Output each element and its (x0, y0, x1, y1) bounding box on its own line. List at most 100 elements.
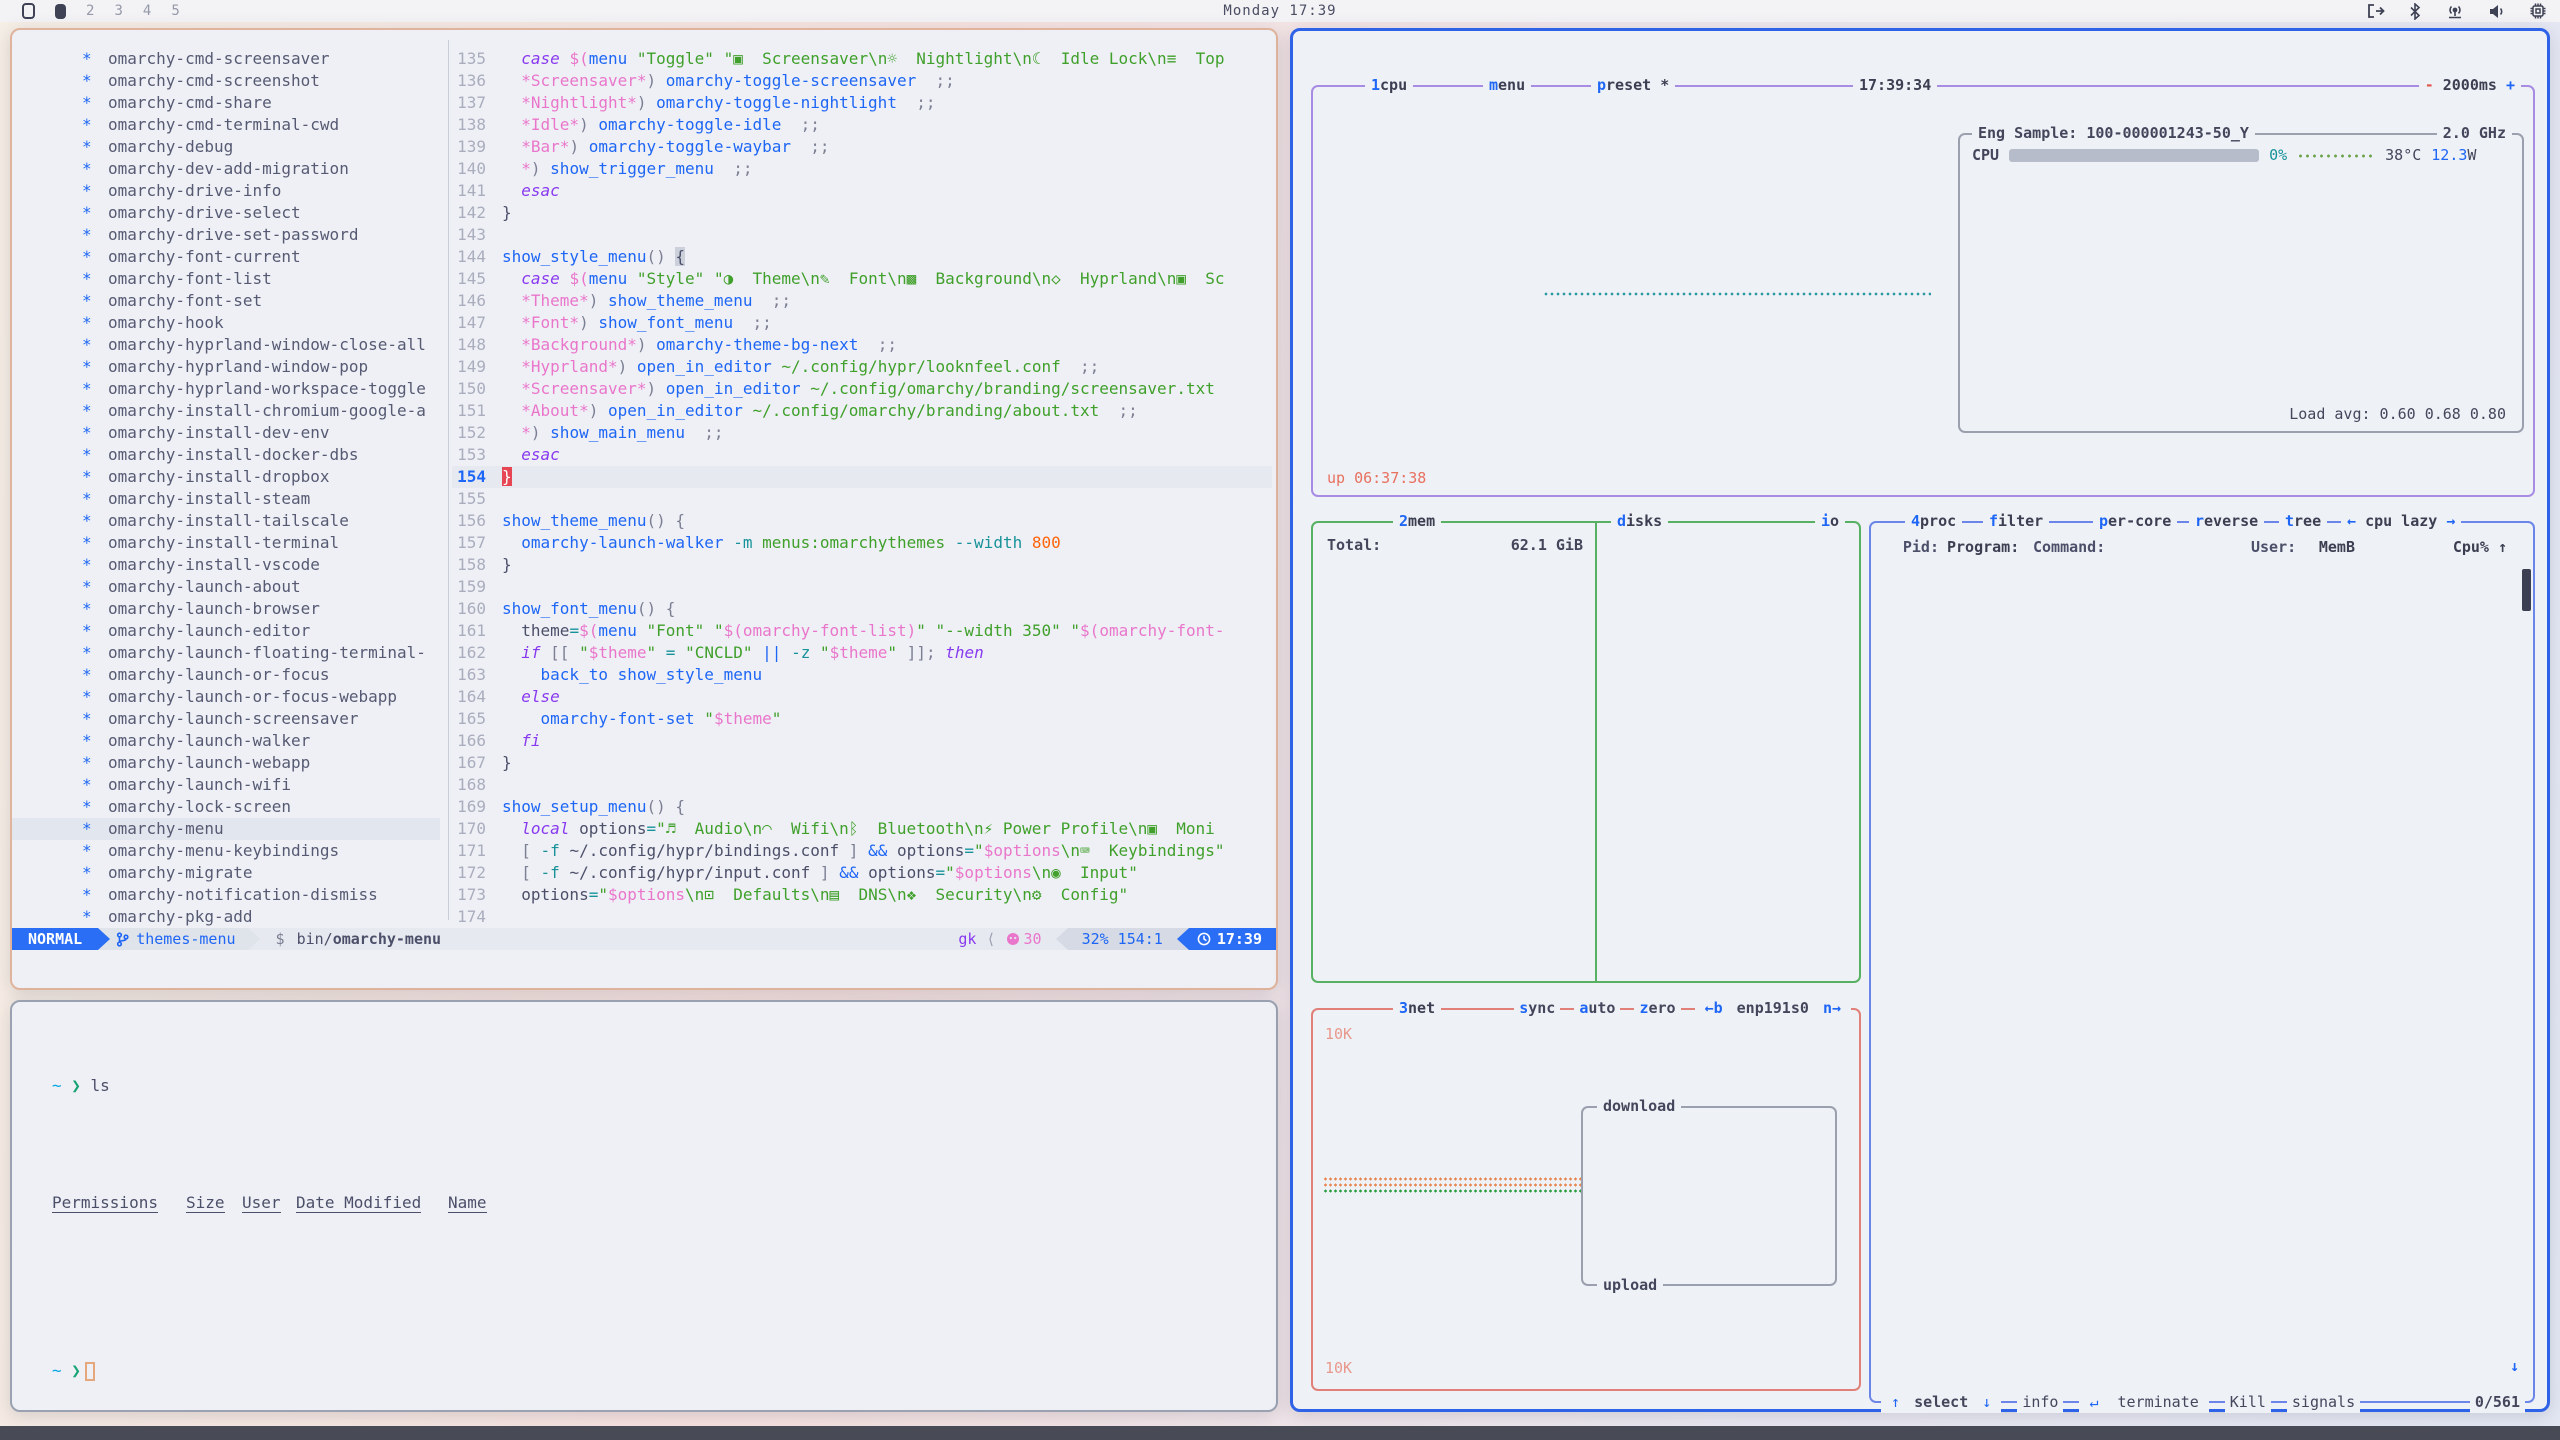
workspace-4[interactable]: 4 (143, 3, 151, 19)
code-line[interactable]: 149 *Hyprland*) open_in_editor ~/.config… (452, 356, 1272, 378)
file-item[interactable]: *omarchy-dev-add-migration (12, 158, 440, 180)
file-item[interactable]: *omarchy-cmd-screensaver (12, 48, 440, 70)
file-item[interactable]: *omarchy-hook (12, 312, 440, 334)
file-item[interactable]: *omarchy-lock-screen (12, 796, 440, 818)
file-item[interactable]: *omarchy-launch-floating-terminal- (12, 642, 440, 664)
workspace-3[interactable]: 3 (114, 3, 122, 19)
file-item[interactable]: *omarchy-launch-webapp (12, 752, 440, 774)
code-line[interactable]: 158} (452, 554, 1272, 576)
code-line[interactable]: 161 theme=$(menu "Font" "$(omarchy-font-… (452, 620, 1272, 642)
file-item[interactable]: *omarchy-install-docker-dbs (12, 444, 440, 466)
auto-button[interactable]: auto (1574, 998, 1620, 1019)
file-item[interactable]: *omarchy-font-list (12, 268, 440, 290)
filter-button[interactable]: filter (1983, 511, 2049, 532)
pane-separator[interactable] (448, 40, 449, 920)
code-line[interactable]: 137 *Nightlight*) omarchy-toggle-nightli… (452, 92, 1272, 114)
file-item[interactable]: *omarchy-drive-info (12, 180, 440, 202)
workspace-active-icon[interactable] (55, 4, 66, 19)
file-item[interactable]: *omarchy-install-vscode (12, 554, 440, 576)
code-line[interactable]: 148 *Background*) omarchy-theme-bg-next … (452, 334, 1272, 356)
terminate-hint[interactable]: ↵ terminate (2079, 1392, 2208, 1413)
file-item[interactable]: *omarchy-launch-wifi (12, 774, 440, 796)
code-line[interactable]: 152 *) show_main_menu ;; (452, 422, 1272, 444)
prompt-line[interactable]: ~ ❯ (52, 1360, 1276, 1381)
code-line[interactable]: 145 case $(menu "Style" "◑ Theme\n✎ Font… (452, 268, 1272, 290)
preset-button[interactable]: preset * (1591, 75, 1675, 96)
code-line[interactable]: 135 case $(menu "Toggle" "▣ Screensaver\… (452, 48, 1272, 70)
file-item[interactable]: *omarchy-debug (12, 136, 440, 158)
reverse-button[interactable]: reverse (2189, 511, 2264, 532)
code-line[interactable]: 167} (452, 752, 1272, 774)
code-line[interactable]: 139 *Bar*) omarchy-toggle-waybar ;; (452, 136, 1272, 158)
code-line[interactable]: 160show_font_menu() { (452, 598, 1272, 620)
code-line[interactable]: 172 [ -f ~/.config/hypr/input.conf ] && … (452, 862, 1272, 884)
file-item[interactable]: *omarchy-install-dev-env (12, 422, 440, 444)
code-line[interactable]: 156show_theme_menu() { (452, 510, 1272, 532)
code-line[interactable]: 141 esac (452, 180, 1272, 202)
file-item[interactable]: *omarchy-launch-browser (12, 598, 440, 620)
code-line[interactable]: 138 *Idle*) omarchy-toggle-idle ;; (452, 114, 1272, 136)
net-panel-title[interactable]: 3net (1393, 998, 1441, 1019)
file-item[interactable]: *omarchy-hyprland-window-pop (12, 356, 440, 378)
interface-switcher[interactable]: ←b enp191s0 n→ (1695, 998, 1851, 1019)
code-line[interactable]: 144show_style_menu() { (452, 246, 1272, 268)
file-item[interactable]: *omarchy-font-set (12, 290, 440, 312)
proc-scrollbar[interactable] (2522, 569, 2531, 611)
file-item[interactable]: *omarchy-install-chromium-google-a (12, 400, 440, 422)
sort-selector[interactable]: ← cpu lazy → (2341, 511, 2461, 532)
scroll-down-icon[interactable]: ↓ (2510, 1356, 2519, 1377)
logout-icon[interactable] (2367, 3, 2385, 19)
file-item[interactable]: *omarchy-install-tailscale (12, 510, 440, 532)
tree-button[interactable]: tree (2279, 511, 2327, 532)
cpu-panel-title[interactable]: 1cpu (1365, 75, 1413, 96)
workspace-2[interactable]: 2 (86, 3, 94, 19)
per-core-button[interactable]: per-core (2093, 511, 2177, 532)
code-line[interactable]: 146 *Theme*) show_theme_menu ;; (452, 290, 1272, 312)
code-line[interactable]: 155 (452, 488, 1272, 510)
file-item[interactable]: *omarchy-launch-screensaver (12, 708, 440, 730)
file-item[interactable]: *omarchy-notification-dismiss (12, 884, 440, 906)
code-line[interactable]: 169show_setup_menu() { (452, 796, 1272, 818)
workspace-5[interactable]: 5 (171, 3, 179, 19)
update-interval[interactable]: - 2000ms + (2419, 75, 2521, 96)
bluetooth-icon[interactable] (2409, 3, 2421, 20)
code-line[interactable]: 163 back_to show_style_menu (452, 664, 1272, 686)
file-item[interactable]: *omarchy-hyprland-window-close-all (12, 334, 440, 356)
code-line[interactable]: 159 (452, 576, 1272, 598)
workspace-1-icon[interactable] (22, 3, 35, 19)
code-line[interactable]: 165 omarchy-font-set "$theme" (452, 708, 1272, 730)
file-item[interactable]: *omarchy-launch-about (12, 576, 440, 598)
code-line[interactable]: 151 *About*) open_in_editor ~/.config/om… (452, 400, 1272, 422)
code-line[interactable]: 166 fi (452, 730, 1272, 752)
code-line[interactable]: 150 *Screensaver*) open_in_editor ~/.con… (452, 378, 1272, 400)
file-item[interactable]: *omarchy-install-terminal (12, 532, 440, 554)
file-item[interactable]: *omarchy-install-dropbox (12, 466, 440, 488)
file-item[interactable]: *omarchy-drive-select (12, 202, 440, 224)
code-line[interactable]: 143 (452, 224, 1272, 246)
code-line[interactable]: 136 *Screensaver*) omarchy-toggle-screen… (452, 70, 1272, 92)
file-item[interactable]: *omarchy-launch-editor (12, 620, 440, 642)
code-line[interactable]: 154} (452, 466, 1272, 488)
file-item[interactable]: *omarchy-cmd-terminal-cwd (12, 114, 440, 136)
file-item[interactable]: *omarchy-cmd-screenshot (12, 70, 440, 92)
file-item[interactable]: *omarchy-menu-keybindings (12, 840, 440, 862)
proc-panel-title[interactable]: 4proc (1905, 511, 1962, 532)
code-line[interactable]: 173 options="$options\n⊡ Defaults\n▤ DNS… (452, 884, 1272, 906)
code-line[interactable]: 153 esac (452, 444, 1272, 466)
code-line[interactable]: 157 omarchy-launch-walker -m menus:omarc… (452, 532, 1272, 554)
code-line[interactable]: 170 local options="♬ Audio\n◠ Wifi\nᛒ Bl… (452, 818, 1272, 840)
code-line[interactable]: 147 *Font*) show_font_menu ;; (452, 312, 1272, 334)
network-icon[interactable] (2445, 3, 2465, 19)
code-line[interactable]: 174 (452, 906, 1272, 928)
code-line[interactable]: 164 else (452, 686, 1272, 708)
code-line[interactable]: 171 [ -f ~/.config/hypr/bindings.conf ] … (452, 840, 1272, 862)
file-item[interactable]: *omarchy-pkg-add (12, 906, 440, 928)
menu-button[interactable]: menu (1483, 75, 1531, 96)
file-item[interactable]: *omarchy-cmd-share (12, 92, 440, 114)
code-line[interactable]: 162 if [[ "$theme" = "CNCLD" || -z "$the… (452, 642, 1272, 664)
file-item[interactable]: *omarchy-launch-walker (12, 730, 440, 752)
volume-icon[interactable] (2489, 4, 2506, 19)
file-item[interactable]: *omarchy-drive-set-password (12, 224, 440, 246)
kill-hint[interactable]: Kill (2225, 1392, 2271, 1413)
signals-hint[interactable]: signals (2287, 1392, 2360, 1413)
